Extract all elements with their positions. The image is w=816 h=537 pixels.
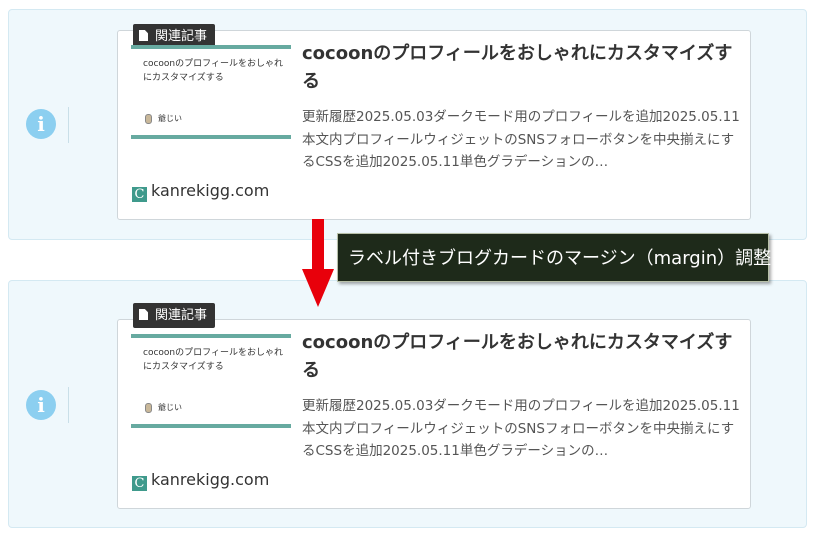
divider [68,107,69,143]
document-icon [139,30,148,41]
card-snippet: 更新履歴2025.05.03ダークモード用のプロフィールを追加2025.05.1… [302,109,740,170]
card-thumbnail[interactable]: cocoonのプロフィールをおしゃれにカスタマイズする 爺じい [131,334,291,428]
favicon-icon: C [132,476,147,491]
author-avatar-icon [145,114,152,124]
thumbnail-text: cocoonのプロフィールをおしゃれにカスタマイズする [143,59,283,83]
author-avatar-icon [145,403,152,413]
info-icon: i [26,109,56,139]
card-snippet: 更新履歴2025.05.03ダークモード用のプロフィールを追加2025.05.1… [302,398,740,459]
card-site: Ckanrekigg.com [132,181,269,202]
thumbnail-text: cocoonのプロフィールをおしゃれにカスタマイズする [143,348,283,372]
card-site: Ckanrekigg.com [132,470,269,491]
thumbnail-author: 爺じい [158,403,182,412]
document-icon [139,309,148,320]
favicon-icon: C [132,187,147,202]
site-domain: kanrekigg.com [151,181,270,200]
annotation-callout: ラベル付きブログカードのマージン（margin）調整 [337,233,771,282]
divider [68,387,69,423]
site-domain: kanrekigg.com [151,470,270,489]
label-text: 関連記事 [155,29,208,44]
info-box-before: i 関連記事 cocoonのプロフィールをおしゃれにカスタマイズする 爺じい c… [8,9,807,240]
card-title[interactable]: cocoonのプロフィールをおしゃれにカスタマイズする [302,329,742,385]
blog-card[interactable]: 関連記事 cocoonのプロフィールをおしゃれにカスタマイズする 爺じい coc… [117,24,751,220]
related-article-label: 関連記事 [133,303,216,328]
thumbnail-author: 爺じい [158,114,182,123]
info-icon: i [26,390,56,420]
info-box-after: i 関連記事 cocoonのプロフィールをおしゃれにカスタマイズする 爺じい c… [8,280,807,528]
label-text: 関連記事 [155,308,208,323]
card-thumbnail[interactable]: cocoonのプロフィールをおしゃれにカスタマイズする 爺じい [131,45,291,139]
card-title[interactable]: cocoonのプロフィールをおしゃれにカスタマイズする [302,40,742,96]
blog-card[interactable]: 関連記事 cocoonのプロフィールをおしゃれにカスタマイズする 爺じい coc… [117,303,751,509]
down-arrow-icon [302,219,334,307]
